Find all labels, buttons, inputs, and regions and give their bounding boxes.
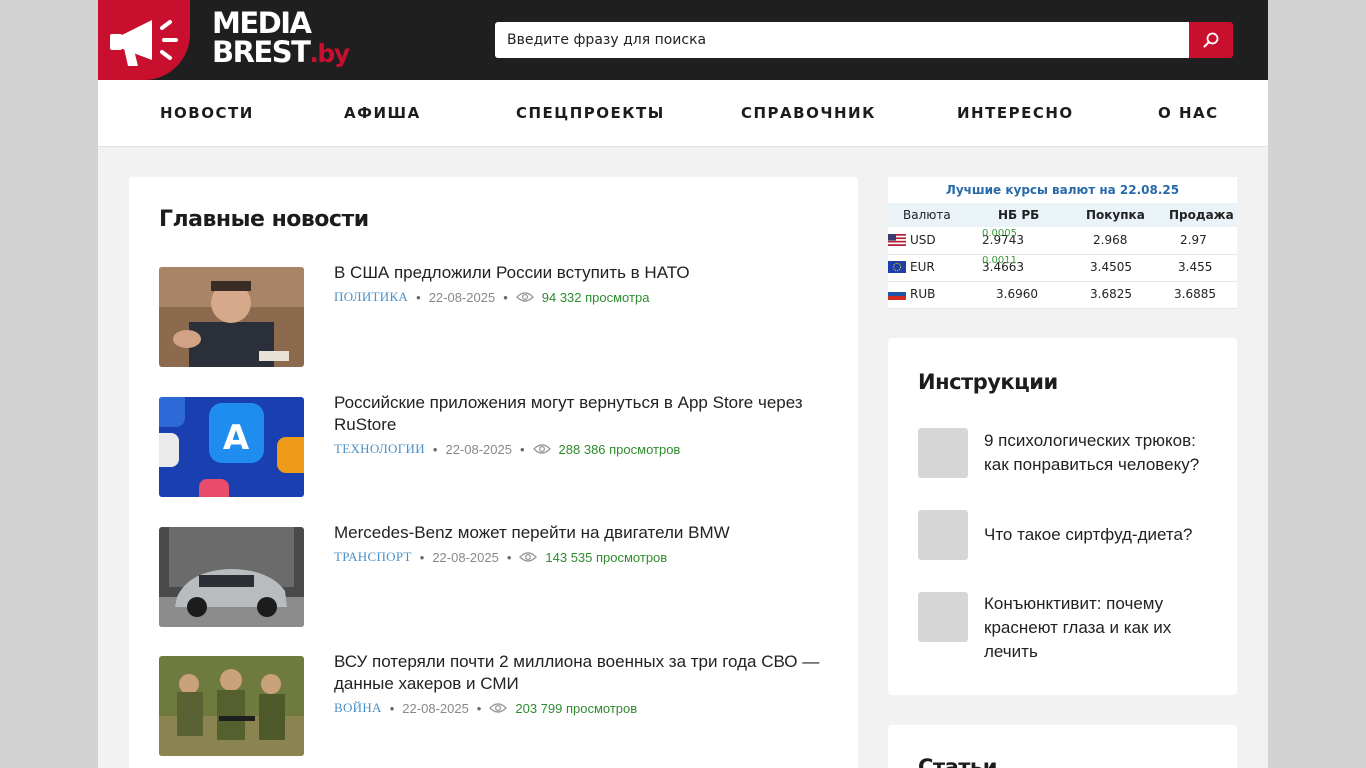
eye-icon [489, 703, 508, 713]
svg-text:A: A [223, 418, 250, 458]
news-meta: ТЕХНОЛОГИИ • 22-08-2025 • 288 386 просмо… [334, 441, 680, 457]
news-category[interactable]: ПОЛИТИКА [334, 289, 408, 305]
logo-badge[interactable] [98, 0, 190, 80]
nav-item-afisha[interactable]: АФИША [344, 80, 421, 146]
separator-dot: • [419, 549, 425, 565]
news-title[interactable]: В США предложили России вступить в НАТО [334, 262, 829, 284]
ru-flag-icon [888, 288, 906, 300]
articles-card: Статьи [888, 725, 1237, 768]
news-date: 22-08-2025 [432, 549, 499, 565]
currency-sell: 2.97 [1180, 233, 1207, 247]
currency-buy: 3.4505 [1090, 260, 1132, 274]
news-title[interactable]: Российские приложения могут вернуться в … [334, 392, 829, 436]
logo-suffix: .by [309, 39, 350, 68]
us-flag-icon [888, 234, 906, 246]
news-item[interactable]: ВСУ потеряли почти 2 миллиона военных за… [159, 652, 829, 756]
col-sell: Продажа [1169, 208, 1234, 222]
news-item[interactable]: A Российские приложения могут вернуться … [159, 393, 829, 497]
instruction-thumbnail[interactable] [918, 428, 968, 478]
search-input[interactable] [495, 22, 1189, 58]
search-bar [495, 22, 1233, 58]
logo-line-2: BREST [212, 35, 311, 69]
instruction-thumbnail[interactable] [918, 592, 968, 642]
separator-dot: • [389, 700, 395, 716]
news-category[interactable]: ВОЙНА [334, 700, 382, 716]
eye-icon [532, 444, 551, 454]
nav-item-directory[interactable]: СПРАВОЧНИК [741, 80, 876, 146]
main-news-title: Главные новости [159, 207, 369, 232]
news-meta: ПОЛИТИКА • 22-08-2025 • 94 332 просмотра [334, 289, 649, 305]
currency-header[interactable]: Лучшие курсы валют на 22.08.25 [888, 177, 1237, 203]
instruction-title[interactable]: Что такое сиртфуд-диета? [984, 523, 1214, 547]
news-meta: ВОЙНА • 22-08-2025 • 203 799 просмотров [334, 700, 637, 716]
nbrb-diff: 0.0005 [982, 228, 1017, 239]
currency-buy: 3.6825 [1090, 287, 1132, 301]
currency-code: RUB [910, 287, 936, 301]
separator-dot: • [519, 441, 525, 457]
news-date: 22-08-2025 [445, 441, 512, 457]
currency-row-usd: USD 2.9743 0.0005 2.968 2.97 [888, 227, 1237, 255]
news-item[interactable]: В США предложили России вступить в НАТО … [159, 263, 829, 367]
separator-dot: • [432, 441, 438, 457]
currency-code: USD [910, 233, 936, 247]
megaphone-icon [110, 20, 178, 66]
nbrb-diff: 0.0011 [982, 255, 1017, 266]
instruction-title[interactable]: Конъюнктивит: почему краснеют глаза и ка… [984, 592, 1214, 664]
nav-item-interesting[interactable]: ИНТЕРЕСНО [957, 80, 1074, 146]
nav-item-about[interactable]: О НАС [1158, 80, 1219, 146]
main-nav: НОВОСТИ АФИША СПЕЦПРОЕКТЫ СПРАВОЧНИК ИНТ… [98, 80, 1268, 147]
currency-row-rub: RUB 3.6960 3.6825 3.6885 [888, 281, 1237, 309]
main-news-card: Главные новости В США предложили России … [129, 177, 858, 768]
news-thumbnail[interactable]: A [159, 397, 304, 497]
separator-dot: • [506, 549, 512, 565]
instructions-card: Инструкции 9 психологических трюков: как… [888, 338, 1237, 695]
nav-item-special-projects[interactable]: СПЕЦПРОЕКТЫ [516, 80, 665, 146]
news-views: 288 386 просмотров [558, 441, 681, 457]
page: MEDIA BREST.by НОВОСТИ АФИША СПЕЦПРОЕКТЫ… [98, 0, 1268, 768]
currency-sell: 3.6885 [1174, 287, 1216, 301]
news-date: 22-08-2025 [428, 289, 496, 305]
col-buy: Покупка [1086, 208, 1145, 222]
currency-row-eur: EUR 3.4663 0.0011 3.4505 3.455 [888, 254, 1237, 282]
instructions-title: Инструкции [918, 370, 1058, 394]
search-button[interactable] [1189, 22, 1233, 58]
news-views: 94 332 просмотра [541, 289, 650, 305]
instruction-title[interactable]: 9 психологических трюков: как понравитьс… [984, 429, 1214, 477]
currency-widget: Лучшие курсы валют на 22.08.25 Валюта НБ… [888, 177, 1237, 309]
news-item[interactable]: Mercedes-Benz может перейти на двигатели… [159, 523, 829, 627]
articles-title: Статьи [918, 755, 997, 768]
news-thumbnail[interactable] [159, 267, 304, 367]
news-category[interactable]: ТЕХНОЛОГИИ [334, 441, 425, 457]
news-thumbnail[interactable] [159, 656, 304, 756]
news-title[interactable]: Mercedes-Benz может перейти на двигатели… [334, 522, 829, 544]
instruction-thumbnail[interactable] [918, 510, 968, 560]
news-date: 22-08-2025 [402, 700, 469, 716]
col-currency: Валюта [903, 208, 951, 222]
news-views: 143 535 просмотров [545, 549, 668, 565]
separator-dot: • [416, 289, 421, 305]
currency-code: EUR [910, 260, 935, 274]
news-category[interactable]: ТРАНСПОРТ [334, 549, 412, 565]
header: MEDIA BREST.by [98, 0, 1268, 80]
eye-icon [515, 292, 534, 302]
currency-nbrb: 3.6960 [996, 287, 1038, 301]
nav-item-news[interactable]: НОВОСТИ [160, 80, 254, 146]
logo-text[interactable]: MEDIA BREST.by [212, 6, 350, 69]
logo-line-1: MEDIA [212, 6, 312, 40]
news-title[interactable]: ВСУ потеряли почти 2 миллиона военных за… [334, 651, 829, 695]
eu-flag-icon [888, 261, 906, 273]
currency-sell: 3.455 [1178, 260, 1213, 274]
eye-icon [519, 552, 538, 562]
separator-dot: • [503, 289, 508, 305]
currency-columns: Валюта НБ РБ Покупка Продажа [888, 203, 1237, 227]
separator-dot: • [476, 700, 482, 716]
news-thumbnail[interactable] [159, 527, 304, 627]
news-meta: ТРАНСПОРТ • 22-08-2025 • 143 535 просмот… [334, 549, 667, 565]
search-icon [1203, 32, 1219, 48]
news-views: 203 799 просмотров [515, 700, 638, 716]
currency-buy: 2.968 [1093, 233, 1128, 247]
